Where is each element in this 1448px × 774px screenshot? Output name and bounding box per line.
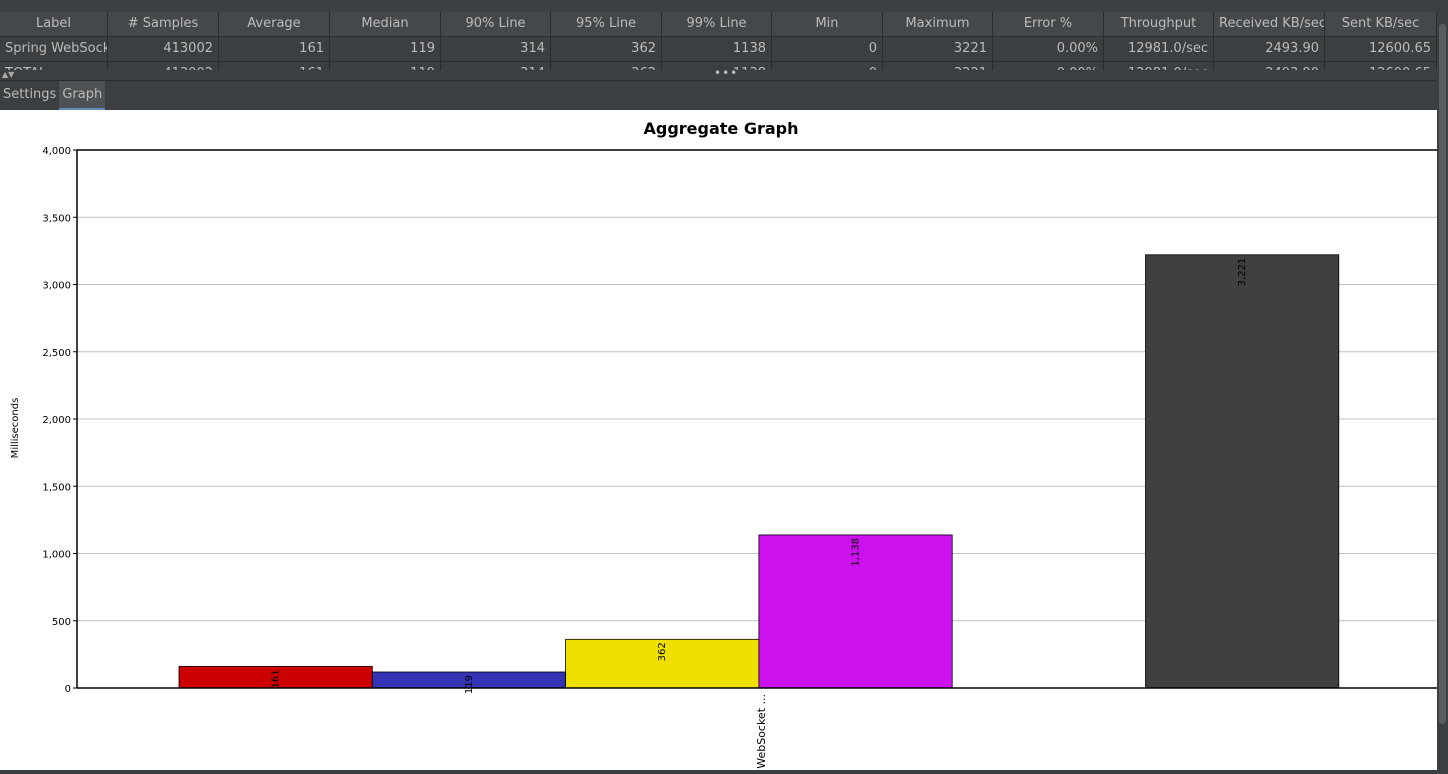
column-header-throughput[interactable]: Throughput	[1104, 12, 1214, 36]
cell-median: 119	[330, 37, 441, 61]
collapse-arrows-icon[interactable]: ▲▼	[2, 70, 14, 80]
cell-label: Spring WebSock...	[0, 37, 108, 61]
graph-panel: Aggregate Graph Milliseconds 0 500 1,000 1,…	[0, 110, 1437, 774]
drag-handle-icon[interactable]: •••	[714, 66, 738, 80]
bar-series	[178, 254, 1340, 689]
y-tick-label: 4,000	[42, 146, 71, 157]
column-header-error[interactable]: Error %	[993, 12, 1104, 36]
column-header-received[interactable]: Received KB/sec	[1214, 12, 1325, 36]
y-tick-label: 3,500	[42, 213, 71, 224]
column-header-99-line[interactable]: 99% Line	[662, 12, 772, 36]
bar-value-label: 1,138	[851, 538, 862, 567]
pane-splitter[interactable]: ▲▼ •••	[0, 66, 1437, 81]
scrollbar-thumb[interactable]	[1439, 24, 1446, 724]
y-tick-label: 3,000	[42, 281, 71, 292]
y-tick-label: 1,000	[42, 550, 71, 561]
cell-min: 0	[772, 37, 883, 61]
column-header-90-line[interactable]: 90% Line	[441, 12, 551, 36]
cell-99-line: 1138	[662, 37, 772, 61]
y-tick-label: 1,500	[42, 482, 71, 493]
column-header-min[interactable]: Min	[772, 12, 883, 36]
column-header-label[interactable]: Label	[0, 12, 108, 36]
y-tick-label: 2,500	[42, 348, 71, 359]
cell-throughput: 12981.0/sec	[1104, 37, 1214, 61]
cell-error: 0.00%	[993, 37, 1104, 61]
chart-title: Aggregate Graph	[643, 119, 798, 138]
cell-90-line: 314	[441, 37, 551, 61]
cell-sent: 12600.65	[1325, 37, 1437, 61]
bar-value-label: 161	[271, 669, 282, 688]
bar-value-label: 3,221	[1237, 258, 1248, 287]
cell-maximum: 3221	[883, 37, 993, 61]
tab-bar: Settings Graph	[0, 81, 1437, 110]
aggregate-graph-chart: Aggregate Graph Milliseconds 0 500 1,000 1,…	[10, 119, 1437, 774]
y-tick-label: 0	[65, 684, 71, 695]
bar-value-label: 119	[464, 675, 475, 694]
table-row[interactable]: Spring WebSock... 413002 161 119 314 362…	[0, 37, 1437, 62]
cell-average: 161	[219, 37, 330, 61]
cell-received: 2493.90	[1214, 37, 1325, 61]
column-header-sent[interactable]: Sent KB/sec	[1325, 12, 1437, 36]
cell-95-line: 362	[551, 37, 662, 61]
y-axis-ticks: 0 500 1,000 1,500 2,000 2,500 3,000 3,500 4,000	[42, 146, 77, 695]
column-header-95-line[interactable]: 95% Line	[551, 12, 662, 36]
y-tick-label: 2,000	[42, 415, 71, 426]
table-header-row: Label # Samples Average Median 90% Line …	[0, 12, 1437, 37]
y-tick-label: 500	[52, 617, 71, 628]
x-category-label: Spring WebSocket ...	[755, 694, 768, 770]
top-strip	[0, 0, 1448, 12]
cell-samples: 413002	[108, 37, 219, 61]
tab-graph[interactable]: Graph	[59, 81, 106, 110]
column-header-samples[interactable]: # Samples	[108, 12, 219, 36]
vertical-scrollbar[interactable]	[1437, 0, 1448, 770]
bar-value-label: 362	[657, 642, 668, 661]
tab-settings[interactable]: Settings	[0, 81, 59, 110]
column-header-average[interactable]: Average	[219, 12, 330, 36]
bar	[1145, 254, 1340, 689]
column-header-maximum[interactable]: Maximum	[883, 12, 993, 36]
column-header-median[interactable]: Median	[330, 12, 441, 36]
y-axis-label: Milliseconds	[10, 398, 21, 459]
